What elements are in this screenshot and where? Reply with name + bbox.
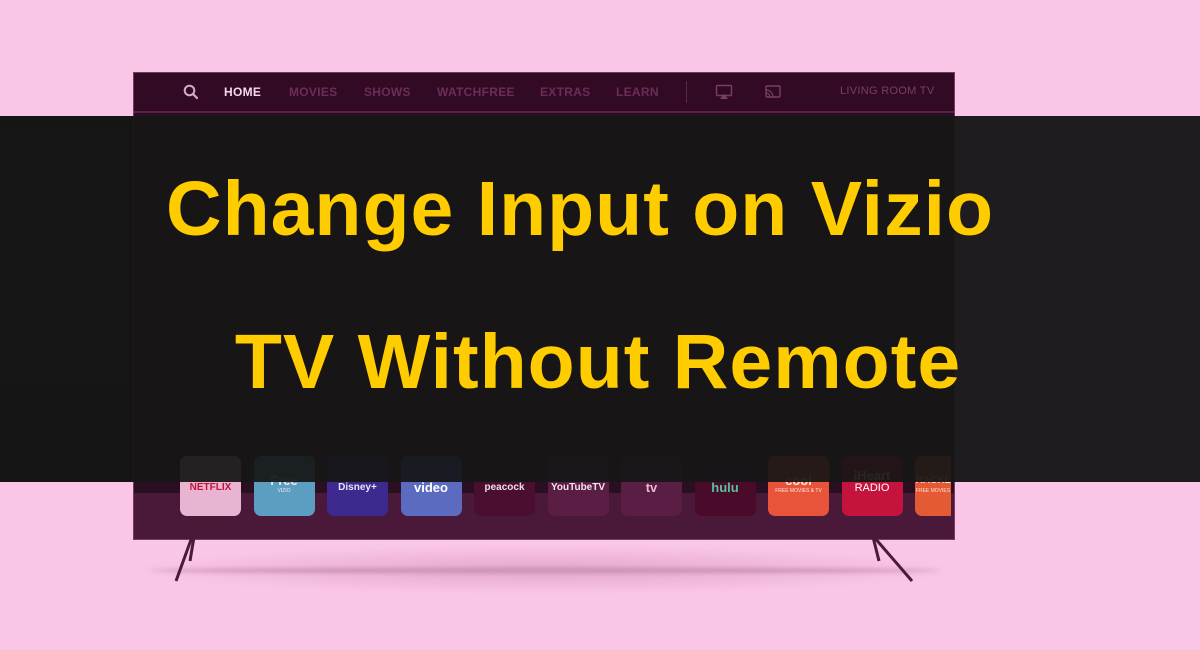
- nav-home[interactable]: HOME: [224, 85, 261, 99]
- nav-movies[interactable]: MOVIES: [289, 85, 337, 99]
- app-name: video: [414, 480, 448, 495]
- device-name: LIVING ROOM TV: [840, 85, 935, 97]
- app-name: Disney+: [338, 482, 377, 493]
- title-line-1: Change Input on Vizio: [165, 166, 995, 252]
- nav-learn[interactable]: LEARN: [616, 85, 659, 99]
- cast-icon[interactable]: [764, 83, 782, 101]
- app-subtitle: RADIO: [854, 482, 890, 494]
- app-name: tv: [645, 480, 658, 495]
- app-subtitle: VIZIO: [277, 488, 291, 494]
- app-subtitle: FREE MOVIES & TV: [775, 488, 822, 494]
- app-subtitle: FREE MOVIES: [915, 488, 951, 494]
- tv-stand-left: [174, 536, 196, 582]
- airplay-icon[interactable]: [715, 83, 733, 101]
- search-icon[interactable]: [182, 83, 200, 101]
- app-name: peacock: [484, 482, 525, 493]
- tv-shadow: [150, 568, 940, 573]
- title-line-2: TV Without Remote: [234, 319, 962, 405]
- nav-shows[interactable]: SHOWS: [364, 85, 411, 99]
- tv-nav-bar: HOME MOVIES SHOWS WATCHFREE EXTRAS LEARN…: [134, 73, 954, 113]
- tv-stand-right: [871, 536, 914, 582]
- app-name: YouTubeTV: [550, 482, 606, 493]
- app-name: NETFLIX: [189, 482, 232, 493]
- nav-divider: [686, 81, 687, 103]
- nav-extras[interactable]: EXTRAS: [540, 85, 590, 99]
- nav-watchfree[interactable]: WATCHFREE: [437, 85, 515, 99]
- app-name: hulu: [711, 480, 739, 495]
